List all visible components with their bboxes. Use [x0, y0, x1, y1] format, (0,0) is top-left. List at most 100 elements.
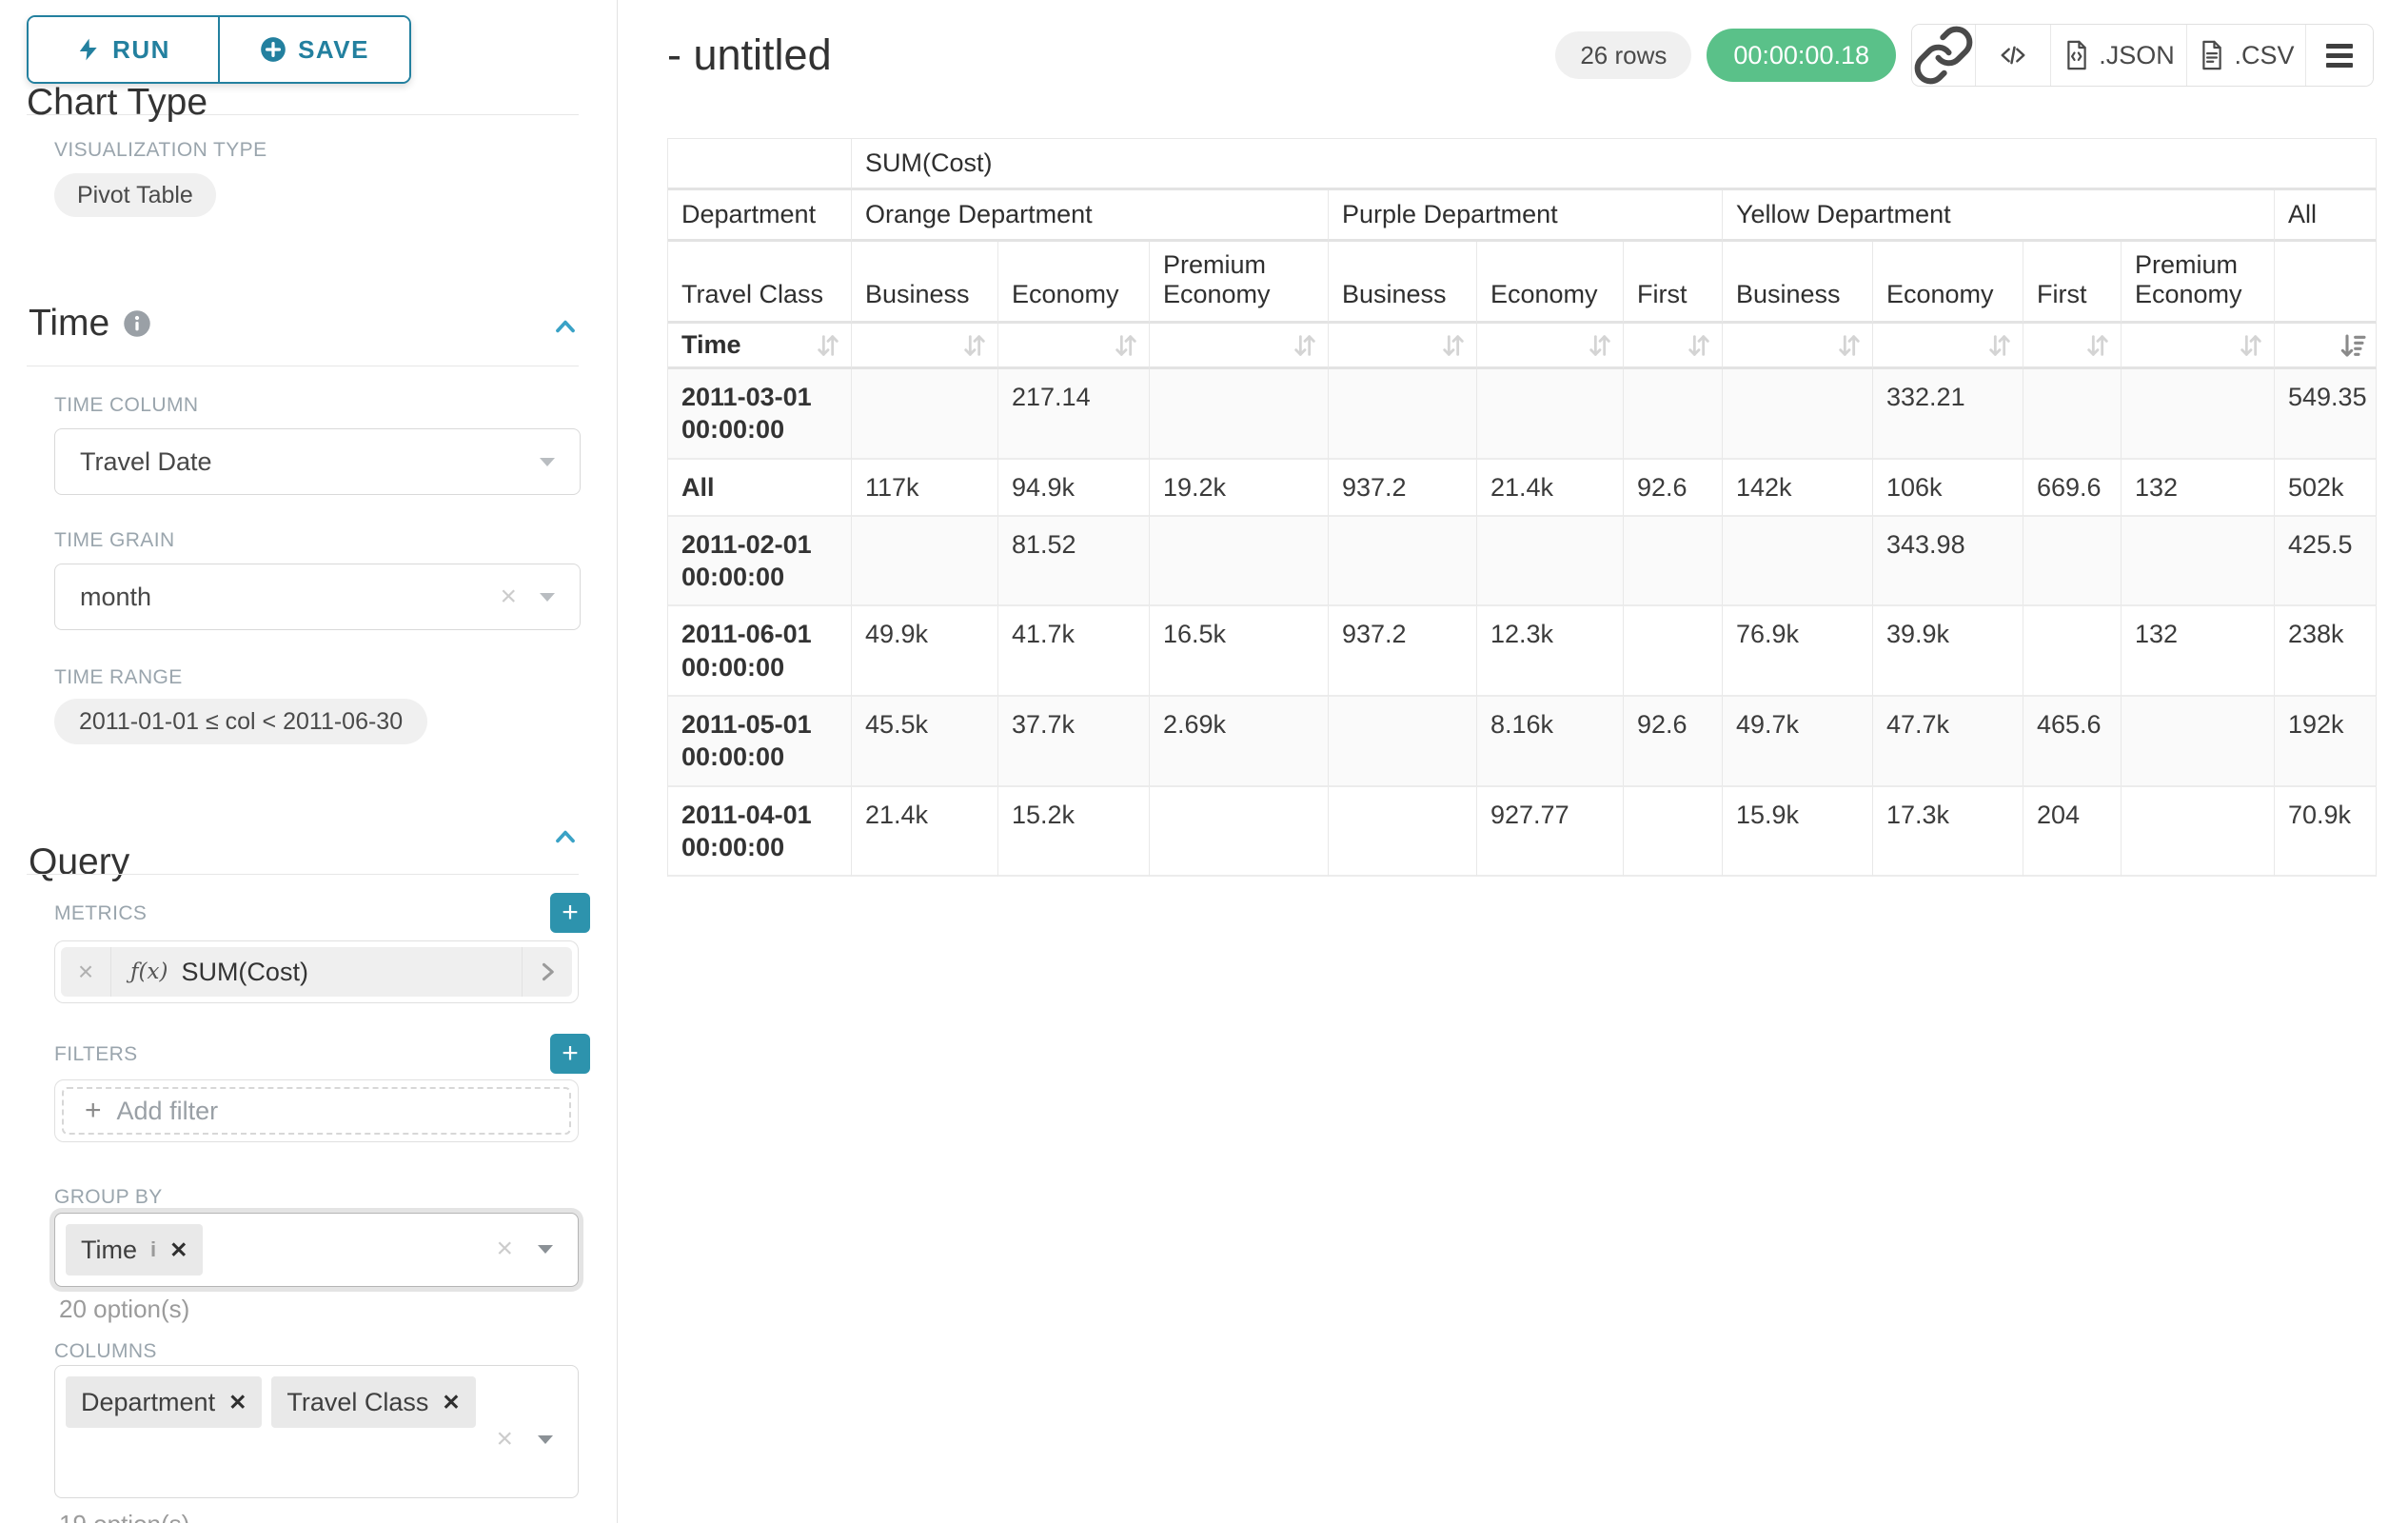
- pivot-table: SUM(Cost)DepartmentOrange DepartmentPurp…: [667, 138, 2377, 877]
- run-save-button-group: RUN SAVE: [27, 15, 411, 84]
- pivot-value-cell: [852, 369, 998, 460]
- time-range-pill[interactable]: 2011-01-01 ≤ col < 2011-06-30: [54, 699, 427, 744]
- sort-column[interactable]: [1150, 324, 1329, 369]
- run-button[interactable]: RUN: [29, 17, 220, 82]
- sort-arrows-icon: [1290, 330, 1320, 361]
- table-row: 2011-03-01 00:00:00217.14332.21549.35: [668, 369, 2377, 460]
- share-link-button[interactable]: [1912, 25, 1975, 86]
- chevron-right-icon[interactable]: [522, 947, 572, 997]
- sort-column-all-active[interactable]: [2275, 324, 2377, 369]
- remove-tag-icon[interactable]: ✕: [442, 1390, 460, 1415]
- pivot-value-cell: 41.7k: [998, 606, 1150, 697]
- time-column-select[interactable]: Travel Date: [54, 428, 581, 495]
- row-label: 2011-02-01 00:00:00: [668, 517, 852, 607]
- query-actions-bar: RUN SAVE: [0, 0, 617, 82]
- caret-down-icon[interactable]: [536, 1242, 555, 1256]
- section-time-header: Time: [29, 303, 151, 345]
- pivot-value-cell: 117k: [852, 460, 998, 517]
- save-button[interactable]: SAVE: [220, 17, 409, 82]
- chart-title[interactable]: - untitled: [667, 30, 832, 80]
- row-label: 2011-06-01 00:00:00: [668, 606, 852, 697]
- chevron-up-icon[interactable]: [550, 821, 581, 851]
- chevron-up-icon[interactable]: [550, 310, 581, 341]
- sort-arrows-icon: [2236, 330, 2266, 361]
- sort-column[interactable]: [1723, 324, 1873, 369]
- sort-column[interactable]: [998, 324, 1150, 369]
- add-filter-button[interactable]: + Add filter: [62, 1087, 571, 1135]
- sort-column[interactable]: [852, 324, 998, 369]
- columns-tag: Travel Class ✕: [271, 1376, 475, 1428]
- filters-control: + Add filter: [54, 1079, 579, 1142]
- time-range-label: TIME RANGE: [54, 666, 183, 689]
- remove-tag-icon[interactable]: ✕: [169, 1237, 188, 1263]
- clear-icon[interactable]: ×: [496, 1235, 513, 1263]
- row-label: 2011-03-01 00:00:00: [668, 369, 852, 460]
- pivot-value-cell: [1624, 517, 1723, 607]
- pivot-value-cell: [2023, 369, 2122, 460]
- export-csv-button[interactable]: .CSV: [2186, 25, 2305, 86]
- pivot-value-cell: 343.98: [1873, 517, 2023, 607]
- control-panel: Chart Type RUN SAVE VISUALIZATION TYPE P…: [0, 0, 618, 1523]
- pivot-value-cell: 92.6: [1624, 697, 1723, 787]
- pivot-value-cell: 927.77: [1477, 787, 1624, 878]
- pivot-value-cell: [1329, 369, 1477, 460]
- viz-type-pill[interactable]: Pivot Table: [54, 173, 216, 217]
- metrics-control: × ƒ(x) SUM(Cost): [54, 940, 579, 1003]
- viz-type-label: VISUALIZATION TYPE: [54, 139, 266, 162]
- sort-column[interactable]: [1873, 324, 2023, 369]
- table-row: 2011-02-01 00:00:0081.52343.98425.5: [668, 517, 2377, 607]
- travel-class-column-header: First: [1624, 242, 1723, 324]
- pivot-value-cell: [1477, 369, 1624, 460]
- pivot-value-cell: 132: [2122, 606, 2275, 697]
- row-label: 2011-04-01 00:00:00: [668, 787, 852, 878]
- travel-class-column-header: Business: [1329, 242, 1477, 324]
- sort-column[interactable]: [2122, 324, 2275, 369]
- sort-arrows-icon: [1684, 330, 1714, 361]
- pivot-value-cell: 8.16k: [1477, 697, 1624, 787]
- query-timer-badge: 00:00:00.18: [1707, 29, 1896, 82]
- remove-metric-icon[interactable]: ×: [61, 947, 111, 997]
- caret-down-icon[interactable]: [536, 1433, 555, 1446]
- pivot-value-cell: 19.2k: [1150, 460, 1329, 517]
- row-label: All: [668, 460, 852, 517]
- caret-down-icon[interactable]: [538, 590, 557, 603]
- table-row: 2011-04-01 00:00:0021.4k15.2k927.7715.9k…: [668, 787, 2377, 878]
- time-grain-select[interactable]: month ×: [54, 564, 581, 630]
- pivot-value-cell: [1150, 787, 1329, 878]
- remove-tag-icon[interactable]: ✕: [228, 1390, 247, 1415]
- sort-arrows-icon: [1111, 330, 1141, 361]
- department-column-header: Purple Department: [1329, 190, 1723, 242]
- add-filter-plus-button[interactable]: +: [550, 1034, 590, 1074]
- row-count-badge: 26 rows: [1555, 31, 1691, 79]
- pivot-value-cell: [2122, 517, 2275, 607]
- pivot-value-cell: 39.9k: [1873, 606, 2023, 697]
- sort-column[interactable]: [1624, 324, 1723, 369]
- menu-button[interactable]: [2305, 25, 2373, 86]
- columns-options-hint: 19 option(s): [59, 1510, 189, 1523]
- group-by-select[interactable]: Time i ✕ ×: [54, 1213, 579, 1287]
- group-by-label: GROUP BY: [54, 1186, 163, 1209]
- columns-select[interactable]: Department ✕ Travel Class ✕ ×: [54, 1365, 579, 1498]
- sort-column-time[interactable]: Time: [668, 324, 852, 369]
- add-metric-button[interactable]: +: [550, 893, 590, 933]
- section-chart-type-title: Chart Type: [27, 82, 207, 124]
- info-icon: [123, 309, 151, 338]
- row-label: 2011-05-01 00:00:00: [668, 697, 852, 787]
- metric-pill[interactable]: × ƒ(x) SUM(Cost): [61, 947, 572, 997]
- pivot-value-cell: 16.5k: [1150, 606, 1329, 697]
- pivot-corner-blank: [668, 139, 852, 190]
- sort-arrows-icon: [1984, 330, 2015, 361]
- export-json-button[interactable]: .JSON: [2050, 25, 2186, 86]
- pivot-value-cell: [1723, 517, 1873, 607]
- caret-down-icon[interactable]: [538, 455, 557, 468]
- pivot-value-cell: [2122, 697, 2275, 787]
- pivot-value-cell: [1329, 787, 1477, 878]
- embed-code-button[interactable]: [1975, 25, 2050, 86]
- pivot-value-cell: [1624, 787, 1723, 878]
- lightning-bolt-icon: [76, 37, 101, 62]
- clear-icon[interactable]: ×: [500, 583, 517, 611]
- sort-column[interactable]: [1477, 324, 1624, 369]
- clear-icon[interactable]: ×: [496, 1425, 513, 1454]
- sort-column[interactable]: [2023, 324, 2122, 369]
- sort-column[interactable]: [1329, 324, 1477, 369]
